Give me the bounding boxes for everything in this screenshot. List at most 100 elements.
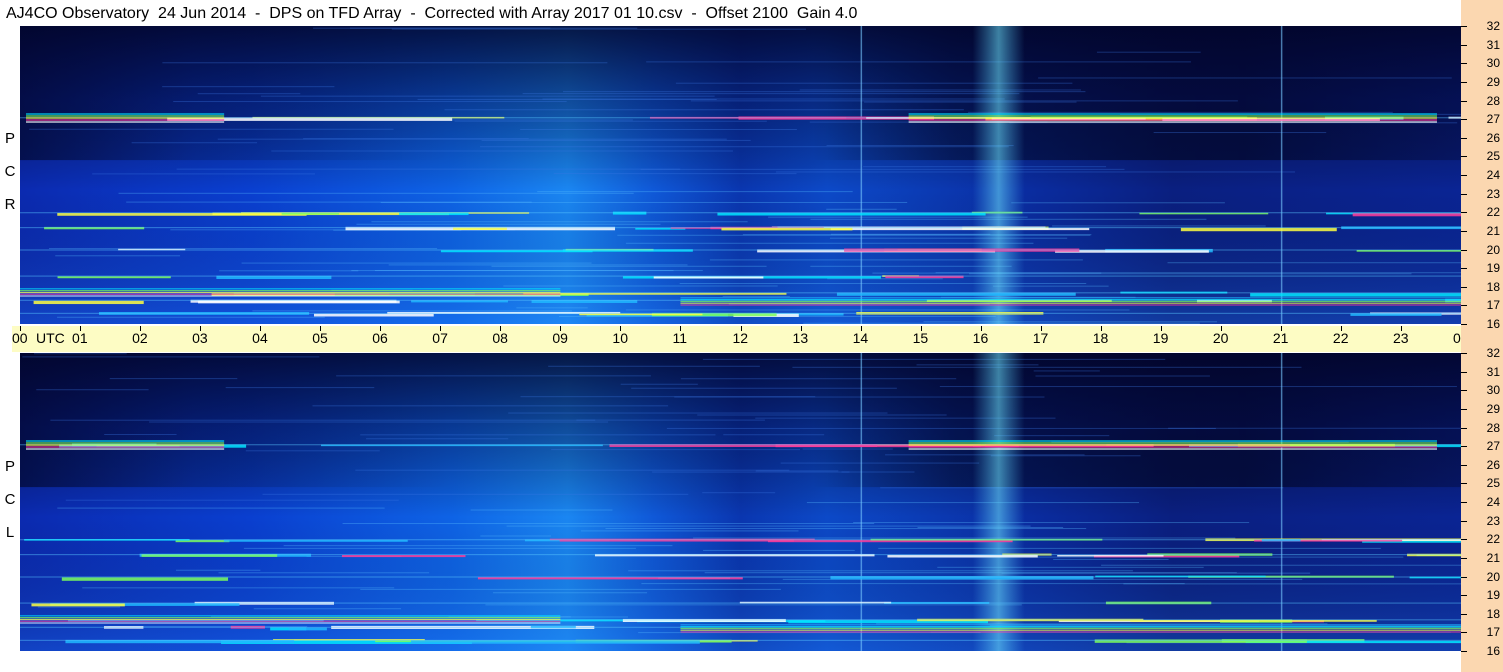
freq-tick-label: 28 — [1486, 420, 1500, 435]
noise-line — [780, 462, 980, 464]
noise-line — [197, 93, 301, 95]
noise-line — [391, 28, 806, 30]
freq-tick-label: 27 — [1486, 439, 1500, 454]
band-27mhz — [908, 117, 1437, 119]
freq-tick-mark — [1461, 305, 1467, 307]
time-tick-label: 19 — [1152, 330, 1169, 346]
pol-letter: L — [5, 524, 15, 541]
time-tick-mark — [320, 326, 322, 331]
noise-line — [520, 129, 797, 131]
noise-line — [218, 572, 430, 574]
freq-tick-mark — [1461, 446, 1467, 448]
time-tick-label: 07 — [432, 330, 448, 346]
noise-line — [1123, 583, 1461, 585]
noise-line — [641, 583, 1185, 585]
vertical-shading — [20, 26, 1461, 324]
noise-line — [493, 592, 648, 594]
noise-line — [313, 27, 638, 29]
noise-line — [680, 378, 957, 380]
spectrogram-lcp — [20, 353, 1461, 651]
band-line — [20, 554, 1461, 556]
freq-tick-mark — [1461, 230, 1467, 232]
noise-line — [118, 192, 634, 194]
noise-line — [1168, 427, 1461, 429]
noise-line — [576, 419, 765, 421]
time-tick-label: 09 — [552, 330, 568, 346]
noise-line — [702, 358, 1166, 360]
freq-tick-mark — [1461, 408, 1467, 410]
noise-line — [503, 285, 778, 287]
noise-line — [625, 309, 1130, 311]
freq-tick-label: 23 — [1486, 513, 1500, 528]
time-tick-mark — [1400, 326, 1402, 331]
time-tick-mark — [980, 326, 982, 331]
band-27mhz — [908, 442, 1437, 444]
freq-tick-label: 21 — [1486, 550, 1500, 565]
time-tick-mark — [680, 326, 682, 331]
noise-line — [351, 270, 674, 272]
freq-tick-mark — [1461, 156, 1467, 158]
freq-tick-mark — [1461, 193, 1467, 195]
noise-line — [628, 570, 1133, 572]
freq-tick-mark — [1461, 353, 1467, 354]
band-27mhz — [26, 115, 225, 117]
band-segment — [721, 227, 853, 231]
noise-line — [444, 109, 964, 111]
time-tick-label: 18 — [1092, 330, 1109, 346]
noise-line — [548, 365, 760, 367]
freq-tick-label: 28 — [1486, 93, 1500, 108]
freq-tick-label: 26 — [1486, 130, 1500, 145]
noise-line — [968, 111, 1393, 113]
time-tick-mark — [740, 326, 742, 331]
noise-line — [243, 547, 636, 549]
band-17mhz — [680, 304, 1461, 306]
band-segment — [653, 276, 764, 279]
time-tick-label: 22 — [1332, 330, 1349, 346]
band-27mhz — [908, 121, 1437, 123]
band-27mhz — [908, 448, 1437, 450]
freq-tick-mark — [1461, 26, 1467, 27]
band-17mhz — [680, 631, 1461, 633]
time-tick-mark — [620, 326, 622, 331]
freq-tick-mark — [1461, 483, 1467, 485]
noise-line — [631, 387, 897, 389]
noise-line — [50, 419, 596, 421]
freq-tick-label: 29 — [1486, 401, 1500, 416]
noise-line — [360, 434, 716, 436]
time-axis: 00 01 02 03 04 05 06 07 08 09 10 11 12 13 14 15 16 17 18 19… — [12, 326, 1498, 352]
band-segment — [288, 627, 327, 631]
time-tick-label: 01 — [72, 330, 88, 346]
noise-line — [679, 282, 1087, 284]
noise-line — [853, 522, 1250, 524]
freq-tick-mark — [1461, 613, 1467, 615]
freq-tick-label: 23 — [1486, 186, 1500, 201]
time-tick-mark — [140, 326, 142, 331]
noise-line — [175, 569, 261, 571]
bright-vertical-band — [972, 26, 1025, 324]
noise-line — [722, 296, 790, 298]
noise-line — [217, 138, 727, 140]
pol-letter: C — [4, 491, 16, 508]
spectrogram-panel-rcp — [20, 26, 1461, 324]
noise-line — [640, 168, 1125, 170]
time-tick-label: 08 — [492, 330, 508, 346]
band-segment — [1352, 213, 1461, 217]
band-17mhz — [20, 293, 561, 295]
freq-tick-mark — [1461, 595, 1467, 597]
time-tick-label: 15 — [912, 330, 929, 346]
band-17mhz — [680, 297, 1461, 299]
freq-tick-mark — [1461, 137, 1467, 139]
freq-tick-mark — [1461, 212, 1467, 214]
freq-tick-mark — [1461, 63, 1467, 65]
time-tick-mark — [200, 326, 202, 331]
freq-tick-label: 17 — [1486, 625, 1500, 640]
freq-tick-mark — [1461, 557, 1467, 559]
band-17mhz — [20, 617, 561, 619]
band-17mhz — [20, 618, 561, 620]
time-tick-mark — [260, 326, 262, 331]
band-27mhz — [26, 446, 225, 448]
band-17mhz — [20, 615, 561, 617]
noise-line — [162, 86, 335, 88]
noise-line — [283, 545, 673, 547]
time-tick-label: 17 — [1032, 330, 1049, 346]
